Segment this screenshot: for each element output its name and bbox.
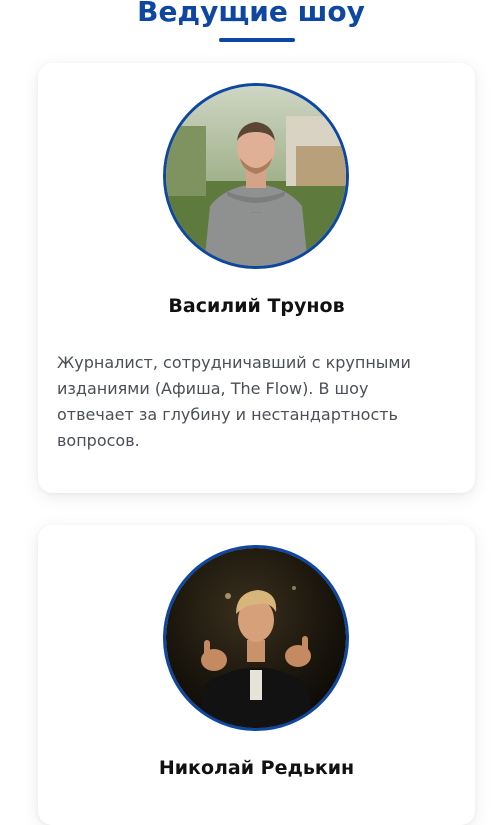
host-card: ·· ·· Василий Трунов Журналист, сотрудни… [38,63,475,493]
title-underline [219,38,295,42]
svg-text:·· ··: ·· ·· [252,210,260,216]
section-title: Ведущие шоу [137,0,365,28]
host-bio: Журналист, сотрудничавший с крупными изд… [57,353,411,450]
host-card: Николай Редькин [38,525,475,825]
host-photo-nikolay [166,548,346,728]
host-name: Николай Редькин [158,757,355,779]
host-avatar [163,545,349,731]
host-name: Василий Трунов [168,295,345,317]
host-photo-vasily: ·· ·· [166,86,346,266]
host-avatar: ·· ·· [163,83,349,269]
